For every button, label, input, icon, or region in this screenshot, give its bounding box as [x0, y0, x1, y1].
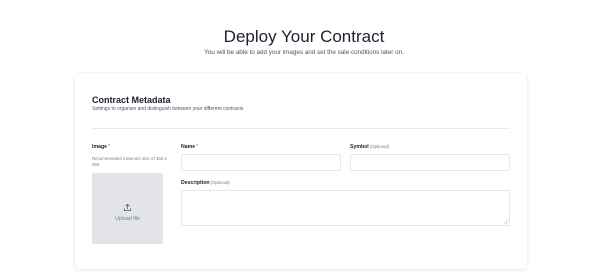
page-subtitle: You will be able to add your images and …	[204, 49, 404, 56]
upload-file-button[interactable]: Upload file	[92, 173, 163, 244]
description-label: Description(Optional)	[181, 180, 230, 186]
section-description: Settings to organize and distinguish bet…	[92, 106, 244, 112]
image-label-text: Image	[92, 144, 107, 150]
image-label: Image*	[92, 144, 110, 150]
required-marker: *	[196, 144, 199, 150]
optional-marker: (Optional)	[369, 144, 390, 149]
description-textarea[interactable]	[181, 190, 510, 226]
image-size-hint: Recommended minimum size of 350 x 350	[92, 156, 167, 167]
upload-icon	[124, 203, 131, 211]
upload-file-label: Upload file	[114, 216, 141, 222]
symbol-input[interactable]	[350, 154, 510, 171]
optional-marker: (Optional)	[210, 180, 230, 185]
required-marker: *	[108, 144, 111, 150]
description-label-text: Description	[181, 180, 210, 186]
symbol-label: Symbol(Optional)	[350, 144, 389, 150]
name-label-text: Name	[181, 144, 196, 150]
contract-metadata-card: Contract Metadata Settings to organize a…	[75, 73, 527, 269]
name-input[interactable]	[181, 154, 341, 171]
resize-handle-icon[interactable]	[504, 220, 508, 224]
page-title: Deploy Your Contract	[223, 27, 385, 46]
symbol-label-text: Symbol	[350, 144, 369, 150]
divider	[92, 128, 510, 129]
section-title: Contract Metadata	[92, 95, 171, 105]
name-label: Name*	[181, 144, 198, 150]
